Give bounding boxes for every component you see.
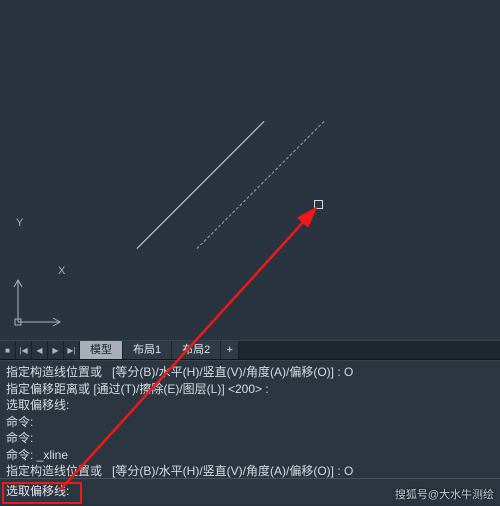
- tab-nav-first[interactable]: |◀: [16, 341, 32, 359]
- ucs-icon: Y X: [10, 275, 65, 330]
- ucs-x-label: X: [58, 265, 65, 277]
- cmd-line: 指定构造线位置或 [等分(B)/水平(H)/竖直(V)/角度(A)/偏移(O)]…: [6, 464, 353, 478]
- watermark: 搜狐号@大水牛测绘: [395, 486, 494, 502]
- xline-dashed: [197, 121, 325, 249]
- cmd-line: 命令: _xline: [6, 448, 68, 462]
- xline-solid: [137, 121, 265, 249]
- tab-model[interactable]: 模型: [80, 341, 123, 359]
- tab-nav-prev[interactable]: ◀: [32, 341, 48, 359]
- tab-nav-last[interactable]: ▶|: [64, 341, 80, 359]
- cmd-line: 选取偏移线:: [6, 398, 69, 412]
- tab-nav-next[interactable]: ▶: [48, 341, 64, 359]
- cmd-line: 命令:: [6, 415, 33, 429]
- cmd-line: 指定构造线位置或 [等分(B)/水平(H)/竖直(V)/角度(A)/偏移(O)]…: [6, 365, 353, 379]
- cursor-pickbox: [314, 200, 323, 209]
- tab-add[interactable]: +: [221, 341, 239, 359]
- drawing-canvas[interactable]: Y X: [0, 0, 500, 340]
- tab-layout2[interactable]: 布局2: [172, 341, 221, 359]
- command-history: 指定构造线位置或 [等分(B)/水平(H)/竖直(V)/角度(A)/偏移(O)]…: [0, 360, 500, 478]
- tab-nav-menu[interactable]: [0, 341, 16, 359]
- cmd-line: 命令:: [6, 431, 33, 445]
- ucs-y-label: Y: [16, 217, 23, 229]
- layout-tab-bar: |◀ ◀ ▶ ▶| 模型 布局1 布局2 +: [0, 340, 500, 360]
- command-prompt: 选取偏移线:: [6, 482, 69, 499]
- tab-layout1[interactable]: 布局1: [123, 341, 172, 359]
- cmd-line: 指定偏移距离或 [通过(T)/擦除(E)/图层(L)] <200> :: [6, 382, 269, 396]
